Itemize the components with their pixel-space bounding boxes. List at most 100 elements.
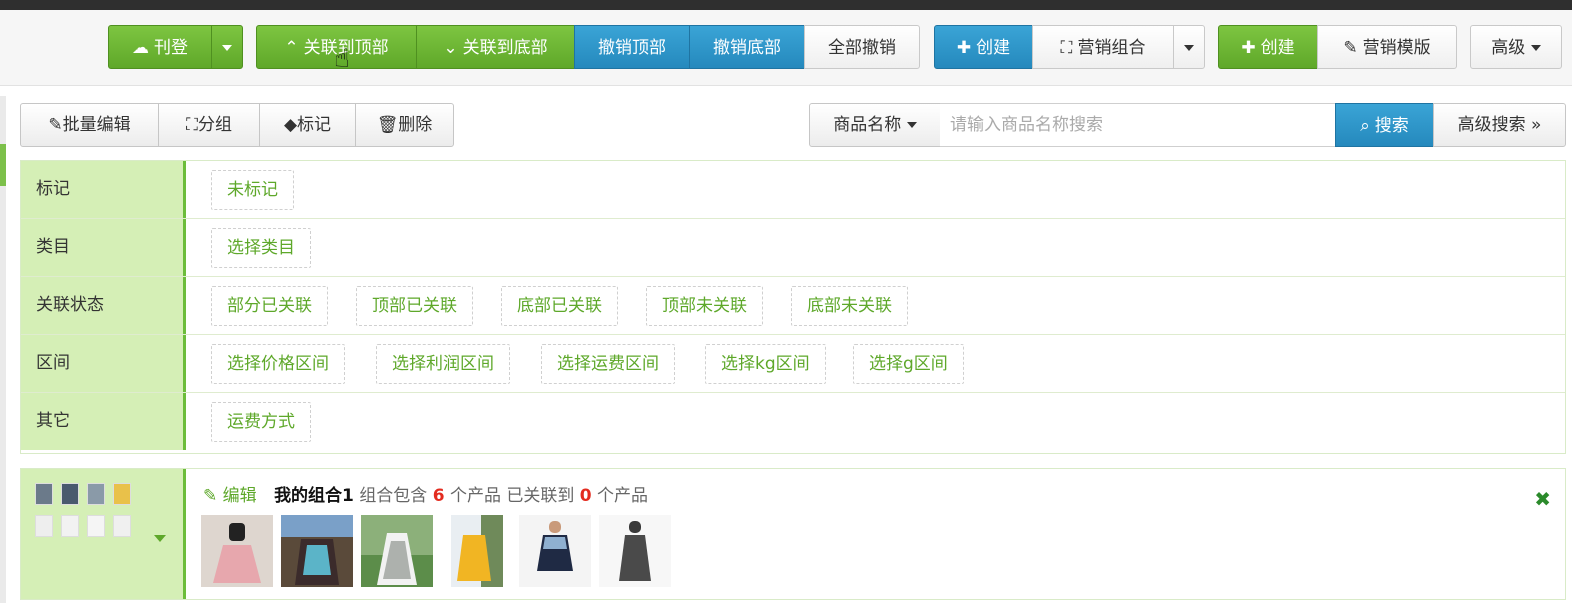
edit-icon: ✎ bbox=[48, 115, 63, 135]
filter-tag[interactable]: 部分已关联 bbox=[211, 286, 328, 326]
sitemap-icon: ⛶ bbox=[186, 115, 198, 135]
filter-row-mark: 标记 未标记 bbox=[21, 161, 1565, 219]
edit-icon: ✎ bbox=[203, 486, 223, 506]
plus-icon: ✚ bbox=[956, 38, 972, 58]
filter-label: 区间 bbox=[21, 335, 186, 392]
create-template-button[interactable]: ✚ 创建 bbox=[1218, 25, 1318, 69]
mini-product-thumb bbox=[113, 515, 131, 537]
filter-label: 标记 bbox=[21, 161, 186, 218]
combo-related-suffix: 个产品 bbox=[597, 486, 649, 506]
filter-tag[interactable]: 选择利润区间 bbox=[376, 344, 510, 384]
product-image[interactable] bbox=[201, 515, 273, 587]
chevron-down-icon: ⌄ bbox=[443, 38, 458, 58]
sitemap-icon: ⛶ bbox=[1060, 38, 1073, 58]
trash-icon: 🗑 bbox=[376, 115, 399, 135]
filter-row-relation-status: 关联状态 部分已关联 顶部已关联 底部已关联 顶部未关联 底部未关联 bbox=[21, 277, 1565, 335]
advanced-search-label: 高级搜索 bbox=[1457, 115, 1526, 135]
delete-label: 删除 bbox=[398, 115, 433, 135]
combo-related-count: 0 bbox=[579, 486, 592, 506]
search-field-select[interactable]: 商品名称 bbox=[809, 103, 941, 147]
cloud-upload-icon: ☁ bbox=[132, 38, 149, 58]
advanced-menu-button[interactable]: 高级 bbox=[1470, 25, 1562, 69]
combo-header: ✎ 编辑 我的组合1 组合包含 6 个产品 已关联到 0 个产品 bbox=[203, 481, 648, 506]
filter-panel: 标记 未标记 类目 选择类目 关联状态 部分已关联 顶部已关联 底部已关联 顶部… bbox=[20, 160, 1566, 454]
filter-tag[interactable]: 顶部未关联 bbox=[646, 286, 763, 326]
filter-tag[interactable]: 未标记 bbox=[211, 170, 294, 210]
advanced-search-button[interactable]: 高级搜索 » bbox=[1433, 103, 1566, 147]
caret-down-icon bbox=[1184, 45, 1194, 51]
caret-down-icon bbox=[906, 122, 917, 128]
search-field-label: 商品名称 bbox=[833, 115, 902, 135]
delete-button[interactable]: 🗑删除 bbox=[355, 103, 454, 147]
filter-label: 其它 bbox=[21, 393, 186, 450]
filter-tag[interactable]: 选择价格区间 bbox=[211, 344, 345, 384]
publish-button[interactable]: ☁ 刊登 bbox=[108, 25, 212, 69]
combo-thumbnail-column[interactable] bbox=[21, 469, 186, 599]
search-icon: ⌕ bbox=[1360, 116, 1370, 136]
tag-icon: ◆ bbox=[283, 115, 298, 135]
magic-wand-icon: ✎ bbox=[1343, 38, 1358, 58]
filter-tag[interactable]: 选择类目 bbox=[211, 228, 311, 268]
filter-row-range: 区间 选择价格区间 选择利润区间 选择运费区间 选择kg区间 选择g区间 bbox=[21, 335, 1565, 393]
search-button-label: 搜索 bbox=[1374, 116, 1409, 136]
product-image[interactable] bbox=[361, 515, 433, 587]
filter-label: 关联状态 bbox=[21, 277, 186, 334]
combo-contains-prefix: 组合包含 bbox=[359, 486, 428, 506]
undo-bottom-button[interactable]: 撤销底部 bbox=[689, 25, 805, 69]
undo-top-button[interactable]: 撤销顶部 bbox=[574, 25, 690, 69]
combo-product-count: 6 bbox=[432, 486, 445, 506]
mark-label: 标记 bbox=[297, 115, 332, 135]
advanced-label: 高级 bbox=[1491, 38, 1526, 58]
product-image[interactable] bbox=[451, 515, 503, 587]
mini-product-thumb bbox=[61, 483, 79, 505]
mini-product-thumb bbox=[87, 515, 105, 537]
group-label: 分组 bbox=[197, 115, 232, 135]
combo-row: ✎ 编辑 我的组合1 组合包含 6 个产品 已关联到 0 个产品 ✖ bbox=[20, 468, 1566, 600]
search-button[interactable]: ⌕ 搜索 bbox=[1335, 103, 1434, 147]
filter-label: 类目 bbox=[21, 219, 186, 276]
combo-edit-link[interactable]: ✎ 编辑 bbox=[203, 486, 257, 506]
marketing-template-label: 营销模版 bbox=[1362, 38, 1431, 58]
double-chevron-down-icon: » bbox=[1531, 115, 1542, 135]
plus-icon: ✚ bbox=[1241, 38, 1256, 58]
expand-arrow-icon[interactable] bbox=[154, 535, 166, 542]
caret-down-icon bbox=[1530, 45, 1541, 51]
create-combo-button[interactable]: ✚ 创建 bbox=[934, 25, 1033, 69]
filter-row-category: 类目 选择类目 bbox=[21, 219, 1565, 277]
mini-product-thumb bbox=[87, 483, 105, 505]
filter-tag[interactable]: 底部已关联 bbox=[501, 286, 618, 326]
mini-product-thumb bbox=[35, 515, 53, 537]
search-input[interactable]: 请输入商品名称搜索 bbox=[940, 103, 1336, 147]
combo-edit-label: 编辑 bbox=[222, 486, 257, 506]
product-image[interactable] bbox=[599, 515, 671, 587]
filter-tag[interactable]: 选择kg区间 bbox=[705, 344, 826, 384]
group-button[interactable]: ⛶分组 bbox=[158, 103, 260, 147]
hand-cursor-icon: ☝ bbox=[334, 44, 350, 74]
product-image[interactable] bbox=[281, 515, 353, 587]
mark-button[interactable]: ◆标记 bbox=[259, 103, 356, 147]
relate-bottom-button[interactable]: ⌄ 关联到底部 bbox=[416, 25, 575, 69]
mini-product-thumb bbox=[35, 483, 53, 505]
marketing-group-dropdown-button[interactable] bbox=[1173, 25, 1205, 69]
chevron-up-icon: ⌃ bbox=[284, 38, 299, 58]
create-combo-label: 创建 bbox=[976, 38, 1011, 58]
filter-tag[interactable]: 底部未关联 bbox=[791, 286, 908, 326]
product-image[interactable] bbox=[519, 515, 591, 587]
caret-down-icon bbox=[222, 45, 232, 51]
marketing-template-button[interactable]: ✎ 营销模版 bbox=[1317, 25, 1457, 69]
relate-bottom-label: 关联到底部 bbox=[462, 38, 548, 58]
marketing-group-button[interactable]: ⛶ 营销组合 bbox=[1032, 25, 1174, 69]
filter-tag[interactable]: 顶部已关联 bbox=[356, 286, 473, 326]
batch-edit-label: 批量编辑 bbox=[62, 115, 131, 135]
mini-product-thumb bbox=[61, 515, 79, 537]
undo-all-button[interactable]: 全部撤销 bbox=[804, 25, 920, 69]
top-dark-bar bbox=[0, 0, 1572, 10]
create-template-label: 创建 bbox=[1260, 38, 1295, 58]
filter-tag[interactable]: 运费方式 bbox=[211, 402, 311, 442]
batch-edit-button[interactable]: ✎批量编辑 bbox=[20, 103, 159, 147]
publish-dropdown-button[interactable] bbox=[211, 25, 243, 69]
left-edge-marker bbox=[0, 144, 6, 186]
filter-tag[interactable]: 选择g区间 bbox=[853, 344, 964, 384]
close-icon[interactable]: ✖ bbox=[1534, 487, 1551, 511]
filter-tag[interactable]: 选择运费区间 bbox=[541, 344, 675, 384]
